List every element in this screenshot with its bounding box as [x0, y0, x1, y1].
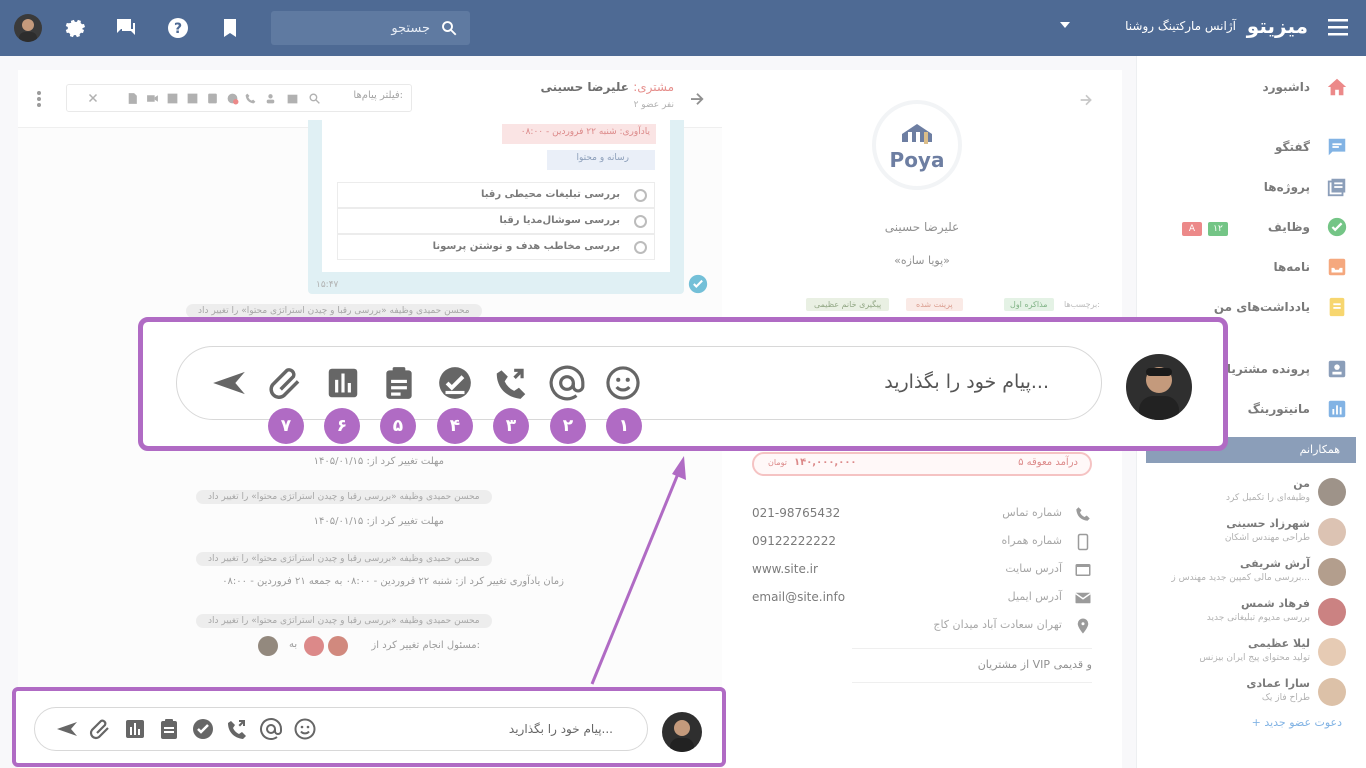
attachment-icon[interactable] [268, 364, 306, 402]
search-input[interactable] [290, 17, 430, 39]
callout-number: ۲ [550, 408, 586, 444]
avatar [662, 712, 702, 752]
search-icon[interactable] [440, 19, 458, 37]
bookmark-icon[interactable] [218, 16, 242, 40]
org-dropdown-caret-icon[interactable] [1060, 22, 1070, 30]
send-icon[interactable] [210, 364, 248, 402]
phone-forward-icon[interactable] [492, 364, 530, 402]
callout-number: ۶ [324, 408, 360, 444]
search-box[interactable] [271, 11, 470, 45]
task-check-icon[interactable] [436, 364, 474, 402]
mention-icon[interactable] [259, 717, 283, 741]
callout-number: ۵ [380, 408, 416, 444]
send-icon[interactable] [55, 717, 79, 741]
callout-number: ۱ [606, 408, 642, 444]
top-bar: ? آژانس مارکتینگ روشنا میزیتو [0, 0, 1366, 56]
zoom-placeholder: پیام خود را بگذارید... [884, 371, 1049, 393]
chat-icon[interactable] [114, 16, 138, 40]
task-check-icon[interactable] [191, 717, 215, 741]
gear-icon[interactable] [62, 16, 86, 40]
mention-icon[interactable] [548, 364, 586, 402]
emoji-icon[interactable] [293, 717, 317, 741]
menu-icon[interactable] [1328, 18, 1348, 36]
poll-icon[interactable] [324, 364, 362, 402]
emoji-icon[interactable] [604, 364, 642, 402]
poll-icon[interactable] [123, 717, 147, 741]
callout-arrow [590, 456, 686, 685]
organization-name[interactable]: آژانس مارکتینگ روشنا [1125, 19, 1236, 33]
clipboard-icon[interactable] [157, 717, 181, 741]
user-avatar[interactable] [14, 14, 42, 42]
callout-number: ۳ [493, 408, 529, 444]
phone-forward-icon[interactable] [225, 717, 249, 741]
composer-placeholder: پیام خود را بگذارید... [508, 722, 613, 736]
avatar [1126, 354, 1192, 420]
help-icon[interactable]: ? [166, 16, 190, 40]
svg-text:?: ? [174, 21, 182, 37]
brand-logo: میزیتو [1246, 14, 1308, 38]
callout-number: ۷ [268, 408, 304, 444]
attachment-icon[interactable] [89, 717, 113, 741]
callout-number: ۴ [437, 408, 473, 444]
clipboard-icon[interactable] [380, 364, 418, 402]
